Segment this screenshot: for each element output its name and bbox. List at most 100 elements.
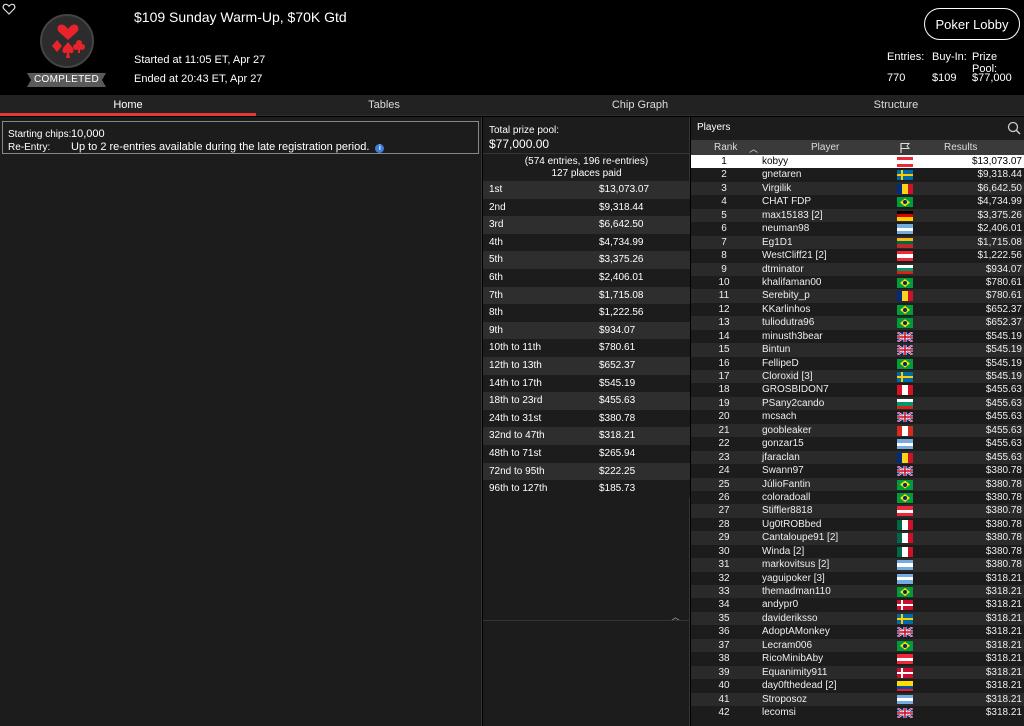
player-row[interactable]: 18 GROSBIDON7 $455.63	[691, 383, 1024, 397]
player-row[interactable]: 1 kobyy $13,073.07	[691, 155, 1024, 169]
player-name: Cantaloupe91 [2]	[762, 532, 839, 544]
player-rank: 7	[721, 236, 727, 248]
player-name: Stiffler8818	[762, 505, 813, 517]
payout-amount: $3,375.26	[599, 254, 644, 266]
player-row[interactable]: 6 neuman98 $2,406.01	[691, 222, 1024, 236]
player-rank: 24	[718, 465, 730, 477]
column-results[interactable]: Results	[944, 142, 977, 153]
sort-asc-icon[interactable]: ︿	[749, 142, 758, 155]
payout-amount: $13,073.07	[599, 184, 650, 195]
payout-place: 7th	[489, 289, 503, 301]
player-row[interactable]: 16 FellipeD $545.19	[691, 356, 1024, 370]
player-row[interactable]: 24 Swann97 $380.78	[691, 464, 1024, 478]
player-name: lecomsi	[762, 706, 796, 718]
end-time: Ended at 20:43 ET, Apr 27	[134, 73, 263, 85]
payout-row: 8th $1,222.56	[483, 304, 690, 322]
player-row[interactable]: 13 tuliodutra96 $652.37	[691, 316, 1024, 330]
player-row[interactable]: 7 Eg1D1 $1,715.08	[691, 235, 1024, 250]
player-row[interactable]: 8 WestCliff21 [2] $1,222.56	[691, 249, 1024, 263]
player-row[interactable]: 31 markovitsus [2] $380.78	[691, 558, 1024, 572]
player-row[interactable]: 27 Stiffler8818 $380.78	[691, 504, 1024, 518]
tab-structure[interactable]: Structure	[768, 95, 1024, 115]
country-flag-icon	[897, 210, 913, 221]
player-name: minusth3bear	[762, 330, 823, 342]
player-row[interactable]: 19 PSany2cando $455.63	[691, 396, 1024, 411]
player-row[interactable]: 41 Stroposoz $318.21	[691, 692, 1024, 706]
payout-place: 12th to 13th	[489, 359, 542, 371]
payout-row: 5th $3,375.26	[483, 251, 690, 269]
player-row[interactable]: 10 khalifaman00 $780.61	[691, 275, 1024, 290]
player-row[interactable]: 29 Cantaloupe91 [2] $380.78	[691, 531, 1024, 545]
heart-icon[interactable]	[2, 2, 16, 16]
tab-chip-graph[interactable]: Chip Graph	[512, 95, 768, 115]
reentry-label: Re-Entry:	[8, 142, 51, 153]
player-rank: 13	[718, 317, 730, 329]
player-row[interactable]: 14 minusth3bear $545.19	[691, 329, 1024, 344]
player-row[interactable]: 2 gnetaren $9,318.44	[691, 168, 1024, 182]
player-row[interactable]: 20 mcsach $455.63	[691, 410, 1024, 424]
player-name: max15183 [2]	[762, 209, 823, 221]
player-row[interactable]: 28 Ug0tROBbed $380.78	[691, 517, 1024, 532]
player-row[interactable]: 33 themadman110 $318.21	[691, 585, 1024, 599]
player-result: $380.78	[985, 505, 1022, 517]
chevron-up-icon[interactable]: ︿	[483, 610, 690, 622]
player-name: jfaraclan	[762, 451, 800, 463]
player-rank: 35	[718, 612, 730, 624]
player-row[interactable]: 17 Cloroxid [3] $545.19	[691, 370, 1024, 384]
player-row[interactable]: 32 yaguipoker [3] $318.21	[691, 571, 1024, 585]
player-row[interactable]: 9 dtminator $934.07	[691, 262, 1024, 276]
info-icon[interactable]: i	[375, 144, 385, 153]
player-row[interactable]: 22 gonzar15 $455.63	[691, 437, 1024, 451]
player-row[interactable]: 21 goobleaker $455.63	[691, 423, 1024, 438]
player-row[interactable]: 12 KKarlinhos $652.37	[691, 302, 1024, 317]
payout-place: 3rd	[489, 219, 504, 231]
country-flag-icon	[897, 439, 913, 450]
tab-bar: Home Tables Chip Graph Structure	[0, 95, 1024, 116]
payout-row: 2nd $9,318.44	[483, 198, 690, 217]
player-rank: 5	[721, 209, 727, 221]
player-rank: 34	[718, 599, 730, 611]
player-result: $380.78	[985, 559, 1022, 571]
tournament-logo	[40, 14, 94, 68]
poker-lobby-button[interactable]: Poker Lobby	[924, 8, 1020, 40]
player-row[interactable]: 40 day0fthedead [2] $318.21	[691, 679, 1024, 693]
player-row[interactable]: 37 Lecram006 $318.21	[691, 638, 1024, 653]
payout-amount: $4,734.99	[599, 236, 644, 248]
player-row[interactable]: 15 Bintun $545.19	[691, 343, 1024, 357]
column-player[interactable]: Player	[811, 142, 839, 153]
player-row[interactable]: 34 andypr0 $318.21	[691, 598, 1024, 612]
search-icon[interactable]	[1007, 121, 1021, 135]
player-row[interactable]: 36 AdoptAMonkey $318.21	[691, 625, 1024, 639]
player-rank: 33	[718, 586, 730, 597]
player-row[interactable]: 30 Winda [2] $380.78	[691, 544, 1024, 559]
player-row[interactable]: 39 Equanimity911 $318.21	[691, 665, 1024, 680]
player-rank: 28	[718, 518, 730, 530]
player-result: $9,318.44	[977, 169, 1023, 181]
player-row[interactable]: 42 lecomsi $318.21	[691, 705, 1024, 720]
column-rank[interactable]: Rank	[714, 142, 737, 153]
player-row[interactable]: 26 coloradoall $380.78	[691, 490, 1024, 505]
player-row[interactable]: 38 RicoMinibAby $318.21	[691, 652, 1024, 666]
payout-amount: $652.37	[599, 359, 636, 371]
player-rank: 18	[718, 384, 730, 396]
player-row[interactable]: 3 Virgilik $6,642.50	[691, 181, 1024, 196]
player-name: gonzar15	[762, 438, 804, 450]
player-row[interactable]: 35 davideriksso $318.21	[691, 611, 1024, 626]
player-result: $1,222.56	[977, 250, 1023, 262]
country-flag-icon	[897, 479, 913, 490]
player-row[interactable]: 23 jfaraclan $455.63	[691, 450, 1024, 465]
country-flag-icon	[897, 600, 913, 611]
player-row[interactable]: 5 max15183 [2] $3,375.26	[691, 208, 1024, 223]
player-row[interactable]: 4 CHAT FDP $4,734.99	[691, 195, 1024, 209]
divider	[483, 153, 690, 154]
entries-value: 770	[887, 72, 906, 84]
player-row[interactable]: 11 Serebity_p $780.61	[691, 289, 1024, 303]
player-result: $318.21	[985, 599, 1022, 611]
flag-icon[interactable]	[899, 142, 911, 153]
tab-tables[interactable]: Tables	[256, 95, 512, 115]
country-flag-icon	[897, 237, 913, 248]
tab-home[interactable]: Home	[0, 95, 256, 116]
player-row[interactable]: 25 JúlioFantin $380.78	[691, 477, 1024, 491]
country-flag-icon	[897, 157, 913, 167]
player-rank: 41	[718, 693, 730, 705]
